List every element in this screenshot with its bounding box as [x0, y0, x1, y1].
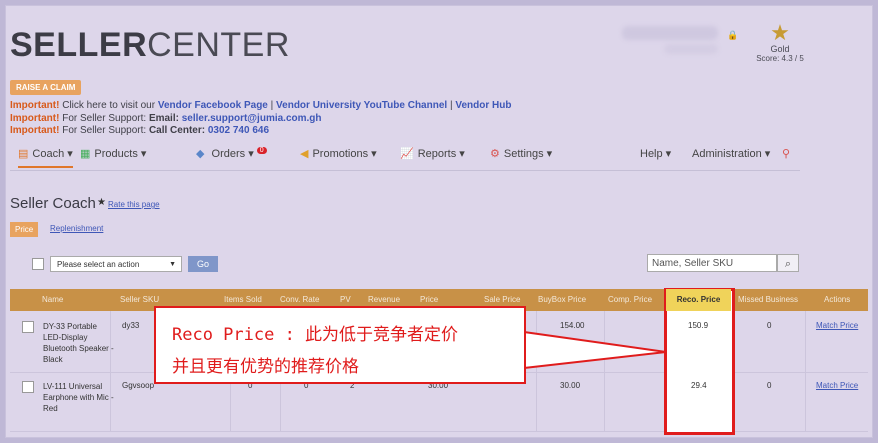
- annotation-line-2: 并且更有优势的推荐价格: [172, 357, 359, 377]
- reco-price-annotation: Reco Price : 此为低于竞争者定价 并且更有优势的推荐价格: [154, 306, 526, 384]
- annotation-line-1: Reco Price : 此为低于竞争者定价: [172, 325, 459, 345]
